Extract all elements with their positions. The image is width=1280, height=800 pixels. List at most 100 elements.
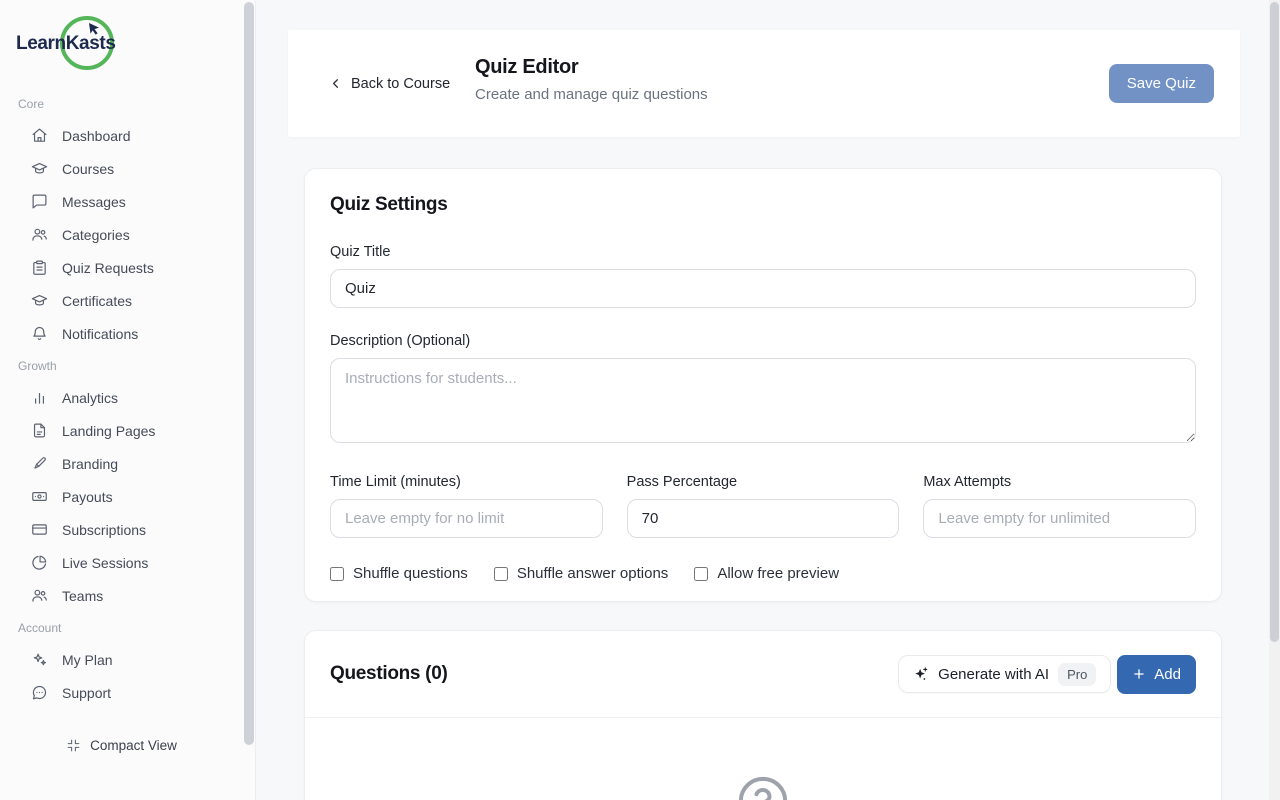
main-content: Back to Course Quiz Editor Create and ma… xyxy=(256,0,1280,800)
quiz-title-input[interactable] xyxy=(330,269,1196,308)
sidebar-item-certificates[interactable]: Certificates xyxy=(0,284,255,317)
sidebar-item-label: Live Sessions xyxy=(62,555,148,571)
compact-view-toggle[interactable]: Compact View xyxy=(0,738,243,753)
ai-sparkle-icon xyxy=(913,666,929,682)
shuffle-answers-input[interactable] xyxy=(494,567,508,581)
generate-with-ai-label: Generate with AI xyxy=(938,666,1049,683)
questions-title: Questions (0) xyxy=(330,663,448,685)
graduation-cap-icon xyxy=(31,160,48,177)
max-attempts-label: Max Attempts xyxy=(923,474,1196,490)
sidebar-item-quiz-requests[interactable]: Quiz Requests xyxy=(0,251,255,284)
add-question-button[interactable]: Add xyxy=(1117,655,1196,694)
sidebar-item-support[interactable]: Support xyxy=(0,676,255,709)
sidebar-item-label: Payouts xyxy=(62,489,113,505)
questions-actions: Generate with AI Pro Add xyxy=(898,655,1196,694)
quiz-editor-page: LearnKasts Core Dashboard Courses Messag… xyxy=(0,0,1280,800)
sidebar-item-label: Quiz Requests xyxy=(62,260,154,276)
file-text-icon xyxy=(31,422,48,439)
page-title: Quiz Editor xyxy=(475,56,708,79)
quiz-toggles-row: Shuffle questions Shuffle answer options… xyxy=(330,565,1196,582)
graduation-cap-icon xyxy=(31,292,48,309)
sidebar-item-branding[interactable]: Branding xyxy=(0,447,255,480)
bell-icon xyxy=(31,325,48,342)
sparkles-icon xyxy=(31,651,48,668)
bar-chart-icon xyxy=(31,389,48,406)
pass-percentage-input[interactable] xyxy=(627,499,900,538)
minimize-icon xyxy=(66,738,81,753)
quiz-options-row: Time Limit (minutes) Pass Percentage Max… xyxy=(330,474,1196,538)
logo-text: LearnKasts xyxy=(16,33,116,55)
sidebar-item-courses[interactable]: Courses xyxy=(0,152,255,185)
generate-with-ai-button[interactable]: Generate with AI Pro xyxy=(898,655,1111,693)
sidebar-item-label: Teams xyxy=(62,588,103,604)
quiz-settings-card: Quiz Settings Quiz Title Description (Op… xyxy=(304,168,1222,602)
sidebar-item-my-plan[interactable]: My Plan xyxy=(0,643,255,676)
sidebar-item-label: Branding xyxy=(62,456,118,472)
sidebar-item-teams[interactable]: Teams xyxy=(0,579,255,612)
chevron-left-icon xyxy=(328,76,343,91)
questions-header: Questions (0) Generate with AI Pro Add xyxy=(305,631,1221,718)
page-header: Back to Course Quiz Editor Create and ma… xyxy=(288,30,1240,137)
sidebar-item-messages[interactable]: Messages xyxy=(0,185,255,218)
sidebar-item-label: My Plan xyxy=(62,652,113,668)
sidebar-item-dashboard[interactable]: Dashboard xyxy=(0,119,255,152)
sidebar-nav: Core Dashboard Courses Messages Categori… xyxy=(0,88,255,709)
banknote-icon xyxy=(31,488,48,505)
sidebar-item-analytics[interactable]: Analytics xyxy=(0,381,255,414)
section-label-growth: Growth xyxy=(0,350,255,381)
sidebar-item-payouts[interactable]: Payouts xyxy=(0,480,255,513)
pie-chart-icon xyxy=(31,554,48,571)
free-preview-checkbox[interactable]: Allow free preview xyxy=(694,565,839,582)
sidebar-item-label: Courses xyxy=(62,161,114,177)
users-icon xyxy=(31,226,48,243)
paintbrush-icon xyxy=(31,455,48,472)
clipboard-list-icon xyxy=(31,259,48,276)
description-textarea[interactable] xyxy=(330,358,1196,443)
back-to-course-label: Back to Course xyxy=(351,76,450,92)
page-scrollbar-thumb[interactable] xyxy=(1270,2,1279,642)
sidebar-item-label: Support xyxy=(62,685,111,701)
add-question-label: Add xyxy=(1154,666,1181,683)
questions-card: Questions (0) Generate with AI Pro Add xyxy=(304,630,1222,800)
pass-percentage-field: Pass Percentage xyxy=(627,474,900,538)
back-to-course-link[interactable]: Back to Course xyxy=(328,30,450,137)
shuffle-questions-input[interactable] xyxy=(330,567,344,581)
time-limit-label: Time Limit (minutes) xyxy=(330,474,603,490)
sidebar-item-label: Notifications xyxy=(62,326,138,342)
users-icon xyxy=(31,587,48,604)
home-icon xyxy=(31,127,48,144)
compact-view-label: Compact View xyxy=(90,738,177,753)
sidebar-scrollbar[interactable] xyxy=(244,2,254,745)
time-limit-field: Time Limit (minutes) xyxy=(330,474,603,538)
sidebar-item-notifications[interactable]: Notifications xyxy=(0,317,255,350)
credit-card-icon xyxy=(31,521,48,538)
description-label: Description (Optional) xyxy=(330,333,1196,349)
shuffle-answers-checkbox[interactable]: Shuffle answer options xyxy=(494,565,669,582)
sidebar-item-live-sessions[interactable]: Live Sessions xyxy=(0,546,255,579)
page-subtitle: Create and manage quiz questions xyxy=(475,86,708,103)
sidebar: LearnKasts Core Dashboard Courses Messag… xyxy=(0,0,256,800)
max-attempts-field: Max Attempts xyxy=(923,474,1196,538)
logo[interactable]: LearnKasts xyxy=(0,0,255,88)
sidebar-item-landing-pages[interactable]: Landing Pages xyxy=(0,414,255,447)
free-preview-label: Allow free preview xyxy=(717,565,839,582)
sidebar-item-label: Categories xyxy=(62,227,130,243)
message-square-icon xyxy=(31,193,48,210)
pro-badge: Pro xyxy=(1058,663,1096,686)
quiz-settings-title: Quiz Settings xyxy=(330,194,1196,216)
questions-empty-state xyxy=(305,718,1221,800)
section-label-account: Account xyxy=(0,612,255,643)
page-scrollbar-track[interactable] xyxy=(1269,0,1280,800)
title-block: Quiz Editor Create and manage quiz quest… xyxy=(475,56,708,103)
free-preview-input[interactable] xyxy=(694,567,708,581)
save-quiz-button[interactable]: Save Quiz xyxy=(1109,64,1214,103)
max-attempts-input[interactable] xyxy=(923,499,1196,538)
sidebar-item-label: Messages xyxy=(62,194,126,210)
sidebar-item-categories[interactable]: Categories xyxy=(0,218,255,251)
sidebar-item-subscriptions[interactable]: Subscriptions xyxy=(0,513,255,546)
time-limit-input[interactable] xyxy=(330,499,603,538)
shuffle-questions-checkbox[interactable]: Shuffle questions xyxy=(330,565,468,582)
sidebar-item-label: Subscriptions xyxy=(62,522,146,538)
shuffle-answers-label: Shuffle answer options xyxy=(517,565,669,582)
sidebar-item-label: Landing Pages xyxy=(62,423,155,439)
